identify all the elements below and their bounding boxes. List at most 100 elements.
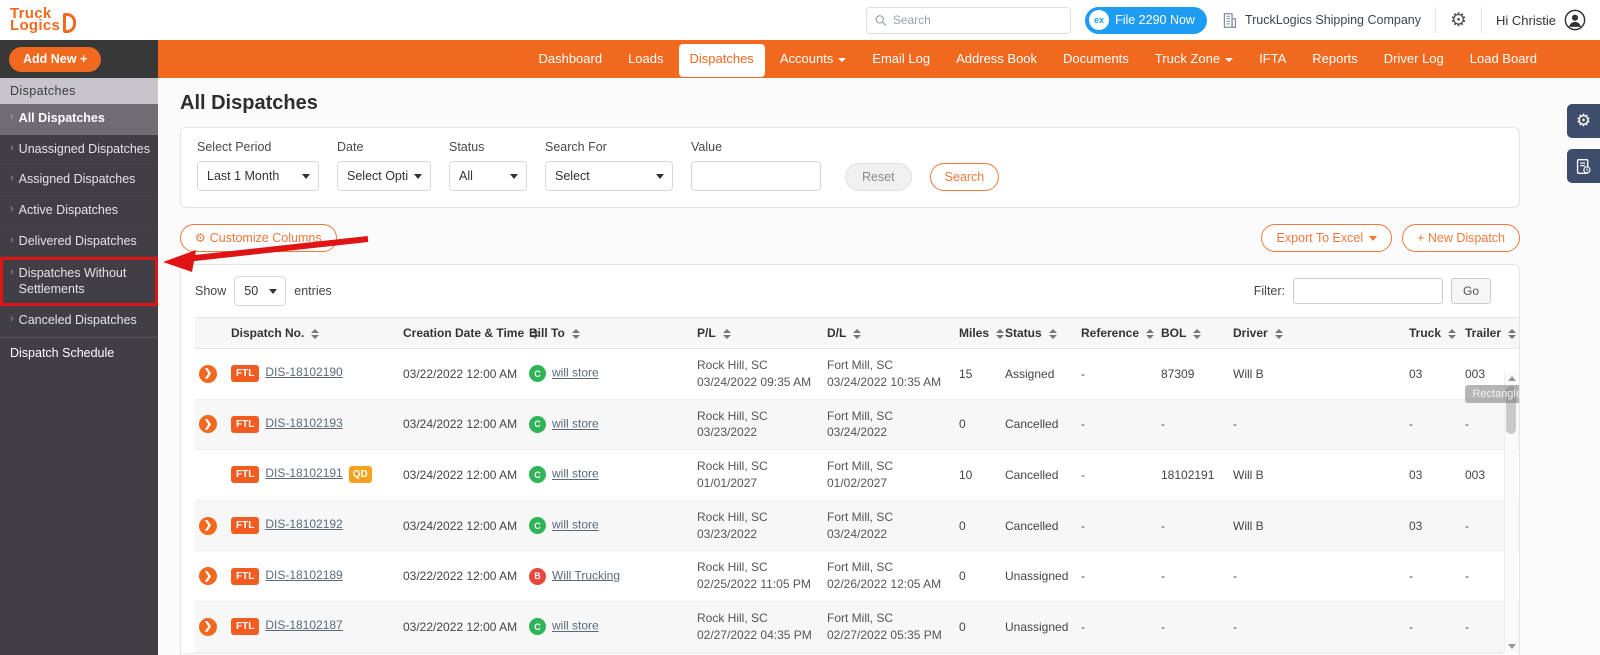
select-period-label: Select Period (197, 140, 272, 154)
app-root: TruckLogics ex File 2290 Now TruckLogics… (0, 0, 1600, 655)
nav-item-dashboard[interactable]: Dashboard (525, 40, 615, 78)
sort-icon[interactable] (571, 328, 580, 339)
dispatch-number-link[interactable]: DIS-18102193 (265, 416, 342, 430)
expand-row-icon[interactable] (199, 364, 217, 383)
expand-row-icon[interactable] (199, 567, 217, 586)
sort-icon[interactable] (1193, 328, 1202, 339)
scroll-down-icon[interactable] (1508, 644, 1516, 649)
select-period-dropdown[interactable]: Last 1 Month (197, 161, 319, 191)
column-header-bol[interactable]: BOL (1157, 317, 1229, 349)
page-size-dropdown[interactable]: 50 (234, 276, 287, 306)
nav-item-address-book[interactable]: Address Book (943, 40, 1050, 78)
chevron-down-icon (838, 57, 847, 62)
expand-row-icon[interactable] (199, 415, 217, 434)
nav-item-load-board[interactable]: Load Board (1457, 40, 1550, 78)
expand-row-icon[interactable] (199, 617, 217, 636)
search-input[interactable] (892, 13, 1063, 27)
sidebar-item-delivered-dispatches[interactable]: › Delivered Dispatches (0, 227, 158, 258)
company-selector[interactable]: TruckLogics Shipping Company (1221, 12, 1421, 29)
table-row: FTL DIS-18102187 03/22/2022 12:00 AM Cwil… (195, 601, 1519, 653)
dispatch-number-link[interactable]: DIS-18102187 (265, 618, 342, 632)
nav-item-truck-zone[interactable]: Truck Zone (1142, 40, 1246, 78)
dispatch-number-link[interactable]: DIS-18102191 (265, 466, 342, 480)
bill-to-cell: Cwill store (525, 601, 693, 653)
column-header-d-l[interactable]: D/L (823, 317, 955, 349)
sidebar-item-active-dispatches[interactable]: › Active Dispatches (0, 196, 158, 227)
sidebar-item-unassigned-dispatches[interactable]: › Unassigned Dispatches (0, 135, 158, 166)
value-input[interactable] (691, 161, 821, 191)
vertical-scrollbar[interactable] (1504, 372, 1517, 653)
sidebar-item-dispatches-without-settlements[interactable]: › Dispatches Without Settlements (0, 257, 158, 307)
sort-icon[interactable] (996, 328, 1005, 339)
user-menu[interactable]: Hi Christie (1496, 9, 1586, 31)
nav-item-reports[interactable]: Reports (1299, 40, 1371, 78)
column-header-dispatch-no-[interactable]: Dispatch No. (227, 317, 399, 349)
export-to-excel-button[interactable]: Export To Excel (1261, 224, 1393, 252)
nav-item-accounts[interactable]: Accounts (767, 40, 859, 78)
search-button[interactable]: Search (929, 163, 1000, 191)
column-header-creation-date-time[interactable]: Creation Date & Time (399, 317, 540, 349)
dispatch-number-link[interactable]: DIS-18102192 (265, 517, 342, 531)
bill-to-avatar: B (529, 567, 546, 585)
sidebar-item-all-dispatches[interactable]: › All Dispatches (0, 104, 158, 135)
nav-item-dispatches[interactable]: Dispatches (678, 44, 765, 74)
bill-to-cell: Cwill store (525, 348, 693, 400)
table-filter-input[interactable] (1293, 278, 1443, 304)
date-dropdown[interactable]: Select Option (337, 161, 431, 191)
activity-log-fab-icon[interactable] (1567, 149, 1600, 183)
column-header-driver[interactable]: Driver (1229, 317, 1405, 349)
new-dispatch-button[interactable]: + New Dispatch (1402, 224, 1520, 252)
go-button[interactable]: Go (1451, 278, 1491, 304)
column-header-miles[interactable]: Miles (955, 317, 1005, 349)
sort-icon[interactable] (722, 328, 731, 339)
bill-to-cell: Cwill store (525, 399, 693, 451)
bill-to-link[interactable]: will store (552, 619, 599, 633)
bill-to-avatar: C (529, 618, 546, 636)
pickup-cell: Rock Hill, SC 02/25/2022 11:05 PM (693, 550, 823, 602)
reset-button[interactable]: Reset (845, 163, 912, 191)
nav-item-driver-log[interactable]: Driver Log (1371, 40, 1457, 78)
building-icon (1223, 12, 1237, 28)
load-type-badge: FTL (231, 415, 260, 433)
sort-icon[interactable] (1508, 328, 1517, 339)
sidebar-item-assigned-dispatches[interactable]: › Assigned Dispatches (0, 165, 158, 196)
sort-icon[interactable] (1274, 328, 1283, 339)
column-header-p-l[interactable]: P/L (693, 317, 823, 349)
bill-to-link[interactable]: will store (552, 366, 599, 380)
expand-row-icon[interactable] (199, 516, 217, 535)
nav-item-documents[interactable]: Documents (1050, 40, 1142, 78)
sort-icon[interactable] (1146, 328, 1155, 339)
scroll-up-icon[interactable] (1508, 376, 1516, 381)
column-header-truck[interactable]: Truck (1405, 317, 1461, 349)
column-header-trailer[interactable]: Trailer (1461, 317, 1519, 349)
sort-icon[interactable] (1448, 328, 1457, 339)
trucklogics-logo[interactable]: Truck Logics (10, 6, 77, 33)
column-header-status[interactable]: Status (1001, 317, 1077, 349)
add-new-button[interactable]: Add New + (9, 46, 102, 72)
bill-to-link[interactable]: will store (552, 417, 599, 431)
delivery-cell: Fort Mill, SC 02/26/2022 12:05 AM (823, 550, 955, 602)
nav-item-ifta[interactable]: IFTA (1246, 40, 1299, 78)
bill-to-link[interactable]: will store (552, 518, 599, 532)
status-dropdown[interactable]: All (449, 161, 527, 191)
dispatch-number-link[interactable]: DIS-18102189 (265, 568, 342, 582)
sidebar-item-dispatch-schedule[interactable]: Dispatch Schedule (0, 337, 158, 368)
settings-gear-icon[interactable]: ⚙ (1450, 11, 1467, 30)
column-header-bill-to[interactable]: Bill To (525, 317, 693, 349)
settings-fab-gear-icon[interactable]: ⚙ (1567, 104, 1600, 138)
file-2290-button[interactable]: ex File 2290 Now (1085, 6, 1207, 34)
bill-to-link[interactable]: will store (552, 467, 599, 481)
sort-icon[interactable] (1048, 328, 1057, 339)
search-for-dropdown[interactable]: Select (545, 161, 673, 191)
nav-item-email-log[interactable]: Email Log (859, 40, 943, 78)
expand-column-header (195, 317, 227, 349)
bill-to-link[interactable]: Will Trucking (552, 568, 620, 582)
nav-item-loads[interactable]: Loads (615, 40, 676, 78)
dispatch-number-link[interactable]: DIS-18102190 (265, 365, 342, 379)
customize-columns-button[interactable]: ⚙ Customize Columns (180, 224, 337, 252)
sidebar-item-canceled-dispatches[interactable]: › Canceled Dispatches (0, 306, 158, 337)
sort-icon[interactable] (853, 328, 862, 339)
sort-icon[interactable] (311, 328, 320, 339)
column-header-reference[interactable]: Reference (1077, 317, 1157, 349)
driver-cell: Will B (1229, 348, 1405, 400)
